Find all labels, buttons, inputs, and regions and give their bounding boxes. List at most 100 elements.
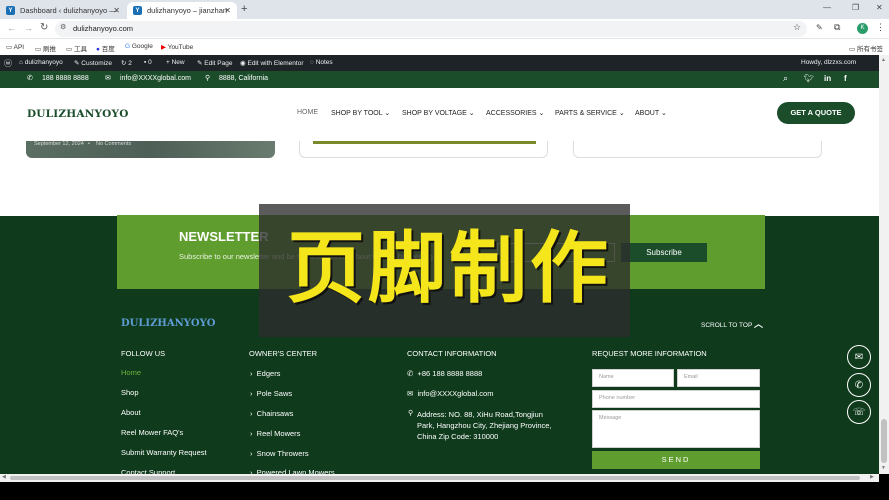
- chevron-down-icon: ⌄: [660, 110, 667, 117]
- get-quote-button[interactable]: GET A QUOTE: [777, 102, 855, 124]
- footer-email[interactable]: ✉ info@XXXXglobal.com: [407, 389, 493, 398]
- bookmark-tools[interactable]: ▭ 工具: [66, 43, 87, 53]
- admin-customize[interactable]: ✎ Customize: [74, 59, 112, 67]
- horizontal-scroll-thumb[interactable]: [10, 476, 860, 480]
- twitter-icon[interactable]: 🐦︎: [804, 74, 814, 83]
- url-field[interactable]: ⚙ dulizhanyoyo.com ☆: [55, 21, 807, 37]
- nav-about[interactable]: ABOUT ⌄: [635, 109, 667, 117]
- admin-site-name[interactable]: ⌂ dulizhanyoyo: [19, 59, 63, 66]
- reload-icon[interactable]: ↻: [40, 22, 48, 33]
- forward-icon[interactable]: →: [24, 23, 33, 33]
- request-name-input[interactable]: Name: [592, 369, 674, 387]
- scroll-to-top[interactable]: SCROLL TO TOP ︿: [701, 317, 763, 330]
- admin-updates[interactable]: ↻ 2: [121, 59, 132, 67]
- bookmark-youtube[interactable]: ▶ YouTube: [161, 43, 193, 51]
- extensions-icon[interactable]: ⧉: [834, 22, 840, 33]
- linkedin-icon[interactable]: in: [824, 74, 831, 83]
- scroll-down-arrow-icon[interactable]: ▼: [881, 465, 886, 471]
- topbar-phone[interactable]: 188 8888 8888: [42, 75, 89, 82]
- footer-link-shop[interactable]: Shop: [121, 388, 139, 397]
- minimize-icon[interactable]: —: [823, 3, 831, 12]
- request-message-textarea[interactable]: Message: [592, 410, 760, 448]
- nav-home[interactable]: HOME: [297, 109, 318, 116]
- menu-icon[interactable]: ⋮: [876, 22, 885, 33]
- floating-phone-button[interactable]: ☏: [847, 400, 871, 424]
- admin-new[interactable]: + New: [166, 59, 185, 66]
- nav-parts-service[interactable]: PARTS & SERVICE ⌄: [555, 109, 625, 117]
- tab-dashboard[interactable]: Y Dashboard ‹ dulizhanyoyo — ✕: [0, 2, 126, 19]
- admin-howdy[interactable]: Howdy, dlzzxs.com: [801, 59, 856, 66]
- new-tab-icon[interactable]: +: [241, 3, 247, 15]
- footer-link-edgers[interactable]: › Edgers: [250, 369, 280, 378]
- vertical-scroll-thumb[interactable]: [881, 419, 887, 463]
- facebook-icon[interactable]: f: [844, 74, 847, 83]
- restore-icon[interactable]: ❐: [852, 3, 859, 12]
- site-logo[interactable]: DULIZHANYOYO: [27, 108, 129, 120]
- contact-topbar: ✆ 188 8888 8888 ✉ info@XXXXglobal.com ⚲ …: [0, 71, 879, 88]
- admin-edit-page[interactable]: ✎ Edit Page: [197, 59, 232, 67]
- admin-notes[interactable]: ◌ Notes: [310, 59, 333, 66]
- chevron-down-icon: ⌄: [618, 110, 625, 117]
- footer-phone[interactable]: ✆ +86 188 8888 8888: [407, 369, 482, 378]
- footer-link-reel-mowers[interactable]: › Reel Mowers: [250, 429, 300, 438]
- request-phone-input[interactable]: Phone number: [592, 390, 760, 408]
- request-email-input[interactable]: Email: [677, 369, 760, 387]
- footer-link-home[interactable]: Home: [121, 368, 141, 377]
- vertical-scrollbar[interactable]: ▲ ▼: [879, 55, 889, 474]
- topbar-email[interactable]: info@XXXXglobal.com: [120, 75, 191, 82]
- scroll-left-arrow-icon[interactable]: ◀: [2, 474, 6, 480]
- all-bookmarks[interactable]: ▭ 所有书签: [849, 43, 883, 53]
- scroll-up-arrow-icon[interactable]: ▲: [881, 57, 886, 63]
- bookmark-google[interactable]: G Google: [125, 43, 153, 50]
- send-button[interactable]: SEND: [592, 451, 760, 469]
- search-icon[interactable]: ⌕: [783, 73, 788, 84]
- url-text: dulizhanyoyo.com: [73, 24, 134, 33]
- post-card-image-strip: [313, 141, 536, 144]
- post-comments[interactable]: No Comments: [96, 141, 131, 147]
- newsletter-title: NEWSLETTER: [179, 229, 269, 244]
- close-window-icon[interactable]: ✕: [876, 3, 883, 12]
- caption-overlay: 页脚制作: [259, 204, 630, 337]
- chevron-down-icon: ⌄: [384, 110, 391, 117]
- bookmark-star-icon[interactable]: ☆: [793, 22, 801, 33]
- footer-link-snow-throwers[interactable]: › Snow Throwers: [250, 449, 309, 458]
- site-info-icon[interactable]: ⚙: [60, 23, 66, 31]
- post-card[interactable]: [573, 141, 822, 158]
- footer-link-about[interactable]: About: [121, 408, 141, 417]
- footer-logo[interactable]: DULIZHANYOYO: [121, 318, 215, 329]
- mail-icon: ✉: [854, 351, 864, 363]
- profile-avatar[interactable]: K: [857, 23, 868, 34]
- admin-elementor[interactable]: ◉ Edit with Elementor: [240, 59, 303, 67]
- tab-site[interactable]: Y dulizhanyoyo – jianzhanjiaoç ✕: [127, 2, 237, 19]
- floating-email-button[interactable]: ✉: [847, 345, 871, 369]
- footer-link-faq[interactable]: Reel Mower FAQ's: [121, 428, 183, 437]
- footer-link-chainsaws[interactable]: › Chainsaws: [250, 409, 293, 418]
- nav-shop-by-voltage[interactable]: SHOP BY VOLTAGE ⌄: [402, 109, 475, 117]
- notes-icon: ◌: [310, 59, 314, 66]
- scroll-right-arrow-icon[interactable]: ▶: [870, 474, 874, 480]
- chevron-up-icon: ︿: [754, 319, 764, 329]
- pen-icon[interactable]: ✎: [816, 23, 823, 32]
- nav-accessories[interactable]: ACCESSORIES ⌄: [486, 109, 544, 117]
- browser-tab-bar: Y Dashboard ‹ dulizhanyoyo — ✕ Y dulizha…: [0, 0, 889, 19]
- chevron-right-icon: ›: [250, 449, 253, 458]
- post-card-image[interactable]: September 12, 2024 • No Comments: [26, 141, 275, 158]
- post-separator: •: [88, 141, 90, 147]
- back-icon[interactable]: ←: [7, 23, 16, 33]
- close-tab-icon[interactable]: ✕: [113, 6, 120, 15]
- bookmark-baidu[interactable]: ● 百度: [96, 43, 115, 53]
- close-tab-icon[interactable]: ✕: [224, 6, 231, 15]
- nav-shop-by-tool[interactable]: SHOP BY TOOL ⌄: [331, 109, 390, 117]
- post-card[interactable]: [299, 141, 548, 158]
- admin-comments[interactable]: ▪ 0: [144, 59, 152, 66]
- pencil-icon: ✎: [197, 60, 203, 67]
- floating-whatsapp-button[interactable]: ✆: [847, 373, 871, 397]
- footer-link-pole-saws[interactable]: › Pole Saws: [250, 389, 292, 398]
- updates-icon: ↻: [121, 60, 127, 67]
- bookmark-api[interactable]: ▭ API: [6, 43, 24, 51]
- horizontal-scrollbar[interactable]: ◀ ▶: [0, 474, 879, 482]
- subscribe-button[interactable]: Subscribe: [621, 243, 707, 262]
- bookmark-shuatui[interactable]: ▭ 刷推: [35, 43, 56, 53]
- wordpress-logo-icon[interactable]: ⓦ: [4, 58, 12, 69]
- footer-link-warranty[interactable]: Submit Warranty Request: [121, 448, 207, 457]
